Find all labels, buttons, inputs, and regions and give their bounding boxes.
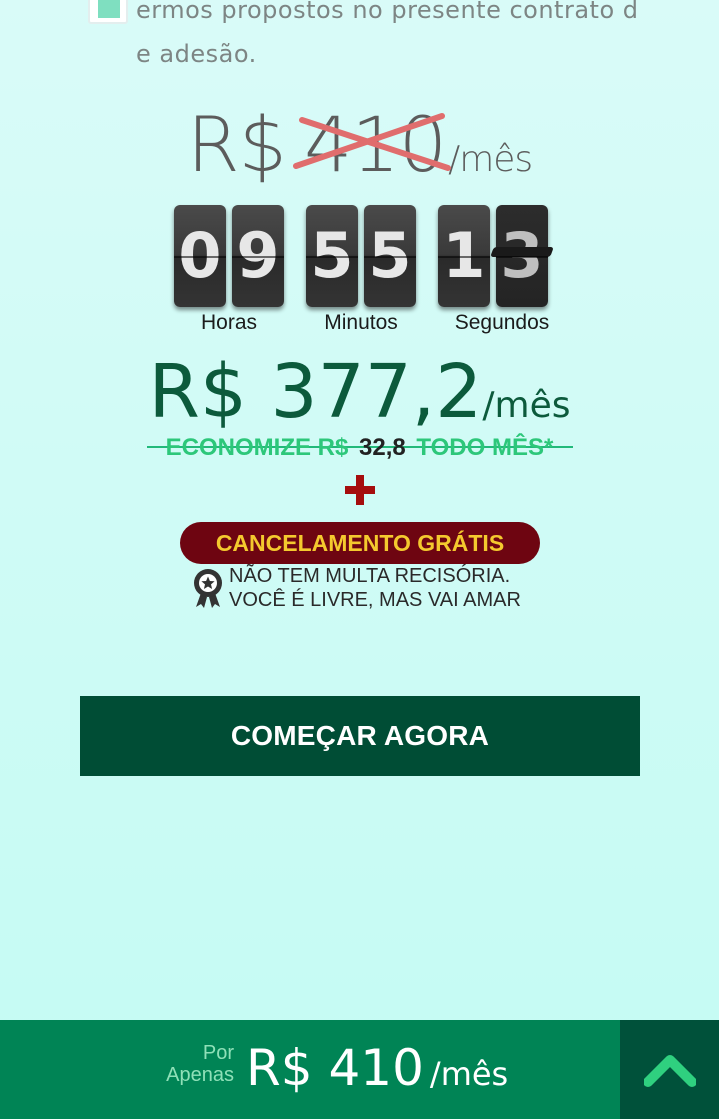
scroll-to-top-button[interactable] (620, 1020, 719, 1119)
sticky-price-bar: Por Apenas R$ 410/mês (0, 1020, 719, 1119)
bottom-bar-por: Por (202, 1042, 234, 1064)
new-price-currency: R$ (148, 349, 248, 435)
savings-line: ECONOMIZE R$ 32,8 TODO MÊS* (0, 434, 719, 462)
bottom-bar-price: R$ 410/mês (246, 1038, 508, 1104)
old-price-per: /mês (448, 139, 533, 180)
terms-text: ermos propostos no presente contrato d e… (136, 0, 646, 76)
timer-label-minutes: Minutos (324, 311, 398, 334)
bottom-bar-value: 410 (328, 1039, 424, 1097)
award-ribbon-icon (194, 569, 222, 608)
bottom-bar-label: Por Apenas (150, 1042, 234, 1086)
flip-flap (490, 247, 554, 257)
old-price: R$410/mês (186, 100, 533, 189)
terms-text-line1: ermos propostos no presente contrato d (136, 0, 639, 24)
new-price-value: 377,2 (270, 349, 483, 435)
checkbox-checked-fill (98, 0, 120, 18)
notice-line2: VOCÊ É LIVRE, MAS VAI AMAR (229, 589, 521, 611)
terms-text-line2: e adesão. (136, 40, 257, 68)
bottom-bar-currency: R$ (246, 1039, 313, 1097)
notice-line1: NÃO TEM MULTA RECISÓRIA. (229, 565, 511, 587)
no-penalty-notice: NÃO TEM MULTA RECISÓRIA. VOCÊ É LIVRE, M… (192, 564, 552, 614)
cancel-free-badge: CANCELAMENTO GRÁTIS (180, 522, 540, 564)
terms-row: ermos propostos no presente contrato d e… (88, 0, 648, 68)
timer-digit-seconds-ones-value: 3 (500, 219, 544, 292)
countdown-timer: 0 9 5 5 1 3 Horas Minutos Segundos (0, 205, 719, 345)
notice-text: NÃO TEM MULTA RECISÓRIA. VOCÊ É LIVRE, M… (229, 564, 521, 612)
timer-label-hours: Horas (200, 311, 258, 334)
timer-digit-minutes-tens: 5 (306, 205, 358, 307)
savings-suffix: TODO MÊS* (416, 434, 554, 461)
timer-digit-hours-tens: 0 (174, 205, 226, 307)
old-price-currency: R$ (186, 100, 287, 189)
timer-digit-minutes-ones: 5 (364, 205, 416, 307)
start-now-button[interactable]: COMEÇAR AGORA (80, 696, 640, 776)
strike-through-mark (293, 113, 451, 171)
plus-icon (345, 473, 375, 507)
timer-digit-seconds-ones: 3 (490, 205, 554, 307)
terms-checkbox[interactable] (88, 0, 128, 24)
timer-digit-seconds-tens: 1 (438, 205, 490, 307)
bottom-bar-apenas: Apenas (166, 1064, 234, 1086)
timer-label-seconds: Segundos (454, 311, 550, 334)
old-price-value-wrap: 410 (293, 100, 451, 189)
savings-amount: 32,8 (359, 434, 406, 461)
new-price-per: /mês (482, 385, 571, 426)
bottom-bar-per: /mês (429, 1055, 509, 1093)
timer-digit-hours-ones: 9 (232, 205, 284, 307)
old-price-row: R$410/mês (0, 100, 719, 189)
chevron-up-icon (644, 1055, 696, 1087)
savings-prefix: ECONOMIZE R$ (165, 434, 349, 461)
